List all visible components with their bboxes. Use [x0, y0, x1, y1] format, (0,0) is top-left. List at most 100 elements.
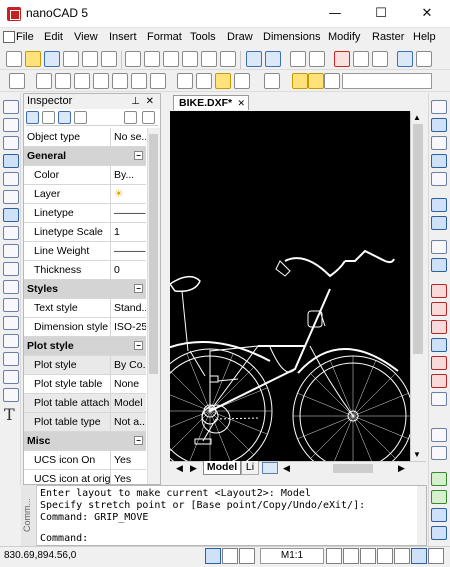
inspector-section[interactable]: Styles − — [24, 280, 146, 299]
ortho-mode-icon[interactable] — [239, 548, 255, 564]
inspector-property-row[interactable]: Object typeNo se... — [24, 128, 146, 147]
inspector-section[interactable]: Plot style − — [24, 337, 146, 356]
menu-draw[interactable]: Draw — [227, 31, 253, 43]
join-tool-icon[interactable] — [431, 338, 447, 352]
zoom-extents-status-icon[interactable] — [377, 548, 393, 564]
property-value[interactable]: ——— — [112, 204, 146, 222]
fillet-tool-icon[interactable] — [431, 374, 447, 388]
menu-file[interactable]: File — [16, 31, 34, 43]
ellipse-tool-icon[interactable] — [3, 262, 19, 276]
next-tab-arrow[interactable]: ▶ — [190, 463, 197, 474]
inspector-property-row[interactable]: Thickness 0 — [24, 261, 146, 280]
collapse-icon[interactable]: − — [134, 284, 143, 293]
circle-tool-icon[interactable] — [3, 208, 19, 222]
save-icon[interactable] — [44, 51, 60, 67]
inspector-property-row[interactable]: Plot styleBy Co... — [24, 356, 146, 375]
property-value[interactable]: ☀ — [112, 185, 146, 203]
tab-model[interactable]: Model — [203, 461, 241, 475]
first-tab-arrow[interactable]: ◀ — [176, 463, 183, 474]
pin-icon[interactable]: ⊥ — [131, 94, 140, 109]
mirror-tool-icon[interactable] — [431, 136, 447, 150]
insert-block-tool-icon[interactable] — [3, 298, 19, 312]
collapse-icon[interactable]: − — [134, 341, 143, 350]
property-value[interactable]: Model — [112, 394, 146, 412]
polygon-tool-icon[interactable] — [3, 154, 19, 168]
close-panel-icon[interactable]: ✕ — [146, 94, 154, 109]
paste-icon[interactable] — [163, 51, 179, 67]
sort-icon[interactable] — [124, 111, 137, 124]
layer-lock-icon[interactable] — [324, 73, 340, 89]
extend-tool-icon[interactable] — [431, 302, 447, 316]
menu-format[interactable]: Format — [147, 31, 182, 43]
ungroup-icon[interactable] — [431, 490, 447, 504]
inspector-property-row[interactable]: Text styleStand... — [24, 299, 146, 318]
inspector-property-row[interactable]: Color By... — [24, 166, 146, 185]
scroll-down-arrow[interactable]: ▼ — [413, 450, 421, 459]
group-icon[interactable] — [431, 472, 447, 486]
tab-layout[interactable]: Li — [241, 461, 259, 475]
collapse-icon[interactable]: − — [134, 436, 143, 445]
hatch-tool-icon[interactable] — [3, 352, 19, 366]
move-tool-icon[interactable] — [431, 198, 447, 212]
inspector-property-row[interactable]: Linetype Scale 1 — [24, 223, 146, 242]
hscroll-left-arrow[interactable]: ◀ — [283, 463, 290, 474]
menu-edit[interactable]: Edit — [44, 31, 63, 43]
settings-status-icon[interactable] — [428, 548, 444, 564]
property-value[interactable]: ISO-25 — [112, 318, 146, 336]
zoom-window-icon[interactable] — [334, 51, 350, 67]
zoom-in-icon[interactable] — [353, 51, 369, 67]
property-value[interactable]: Stand... — [112, 299, 146, 317]
block-insert-icon[interactable] — [177, 73, 193, 89]
zoom-realtime-icon[interactable] — [326, 548, 342, 564]
dimension-ordinate-icon[interactable] — [131, 73, 147, 89]
inspector-property-row[interactable]: UCS icon On Yes — [24, 451, 146, 470]
quick-select-icon[interactable] — [58, 111, 71, 124]
line-tool-icon[interactable] — [3, 100, 19, 114]
dimension-radius-icon[interactable] — [93, 73, 109, 89]
pan-status-icon[interactable] — [394, 548, 410, 564]
snap-mode-icon[interactable] — [205, 548, 221, 564]
explode-tool-icon[interactable] — [431, 392, 447, 406]
trim-tool-icon[interactable] — [431, 284, 447, 298]
copy-icon[interactable] — [144, 51, 160, 67]
layer-freeze-sun-icon[interactable] — [308, 73, 324, 89]
command-scrollbar[interactable] — [417, 486, 426, 545]
app-logo-icon[interactable] — [7, 7, 21, 21]
property-value[interactable]: By... — [112, 166, 146, 184]
inspector-property-row[interactable]: UCS icon at origin Yes — [24, 470, 146, 484]
grid-mode-icon[interactable] — [222, 548, 238, 564]
text-tool-icon[interactable]: T — [4, 405, 15, 424]
regen-icon[interactable] — [416, 51, 432, 67]
property-value[interactable]: None — [112, 375, 146, 393]
new-file-icon[interactable] — [6, 51, 22, 67]
make-block-tool-icon[interactable] — [3, 316, 19, 330]
property-value[interactable]: 1 — [112, 223, 146, 241]
polyline-tool-icon[interactable] — [3, 118, 19, 132]
property-value[interactable]: Not a... — [112, 413, 146, 431]
xline-tool-icon[interactable] — [3, 136, 19, 150]
inspector-property-row[interactable]: Line Weight ——— — [24, 242, 146, 261]
revision-cloud-tool-icon[interactable] — [3, 226, 19, 240]
toggle-pickadd-icon[interactable] — [42, 111, 55, 124]
minimize-button[interactable]: — — [312, 0, 358, 28]
leader-icon[interactable] — [150, 73, 166, 89]
ellipse-arc-tool-icon[interactable] — [3, 280, 19, 294]
maximize-button[interactable]: ☐ — [358, 0, 404, 28]
menu-modify[interactable]: Modify — [328, 31, 360, 43]
orbit-icon[interactable] — [309, 51, 325, 67]
filter-icon[interactable] — [74, 111, 87, 124]
cut-icon[interactable] — [125, 51, 141, 67]
layout-split-icon[interactable] — [262, 462, 278, 474]
layer-manager-icon[interactable] — [264, 73, 280, 89]
property-value[interactable]: By Co... — [112, 356, 146, 374]
menu-insert[interactable]: Insert — [109, 31, 137, 43]
drawing-canvas[interactable] — [147, 111, 414, 477]
print-icon[interactable] — [63, 51, 79, 67]
zoom-extents-icon[interactable] — [397, 51, 413, 67]
canvas-vertical-thumb[interactable] — [413, 124, 423, 354]
dimension-aligned-icon[interactable] — [55, 73, 71, 89]
erase-tool-icon[interactable] — [431, 100, 447, 114]
dimension-angular-icon[interactable] — [74, 73, 90, 89]
redo-icon[interactable] — [265, 51, 281, 67]
inspector-property-row[interactable]: Linetype ——— — [24, 204, 146, 223]
